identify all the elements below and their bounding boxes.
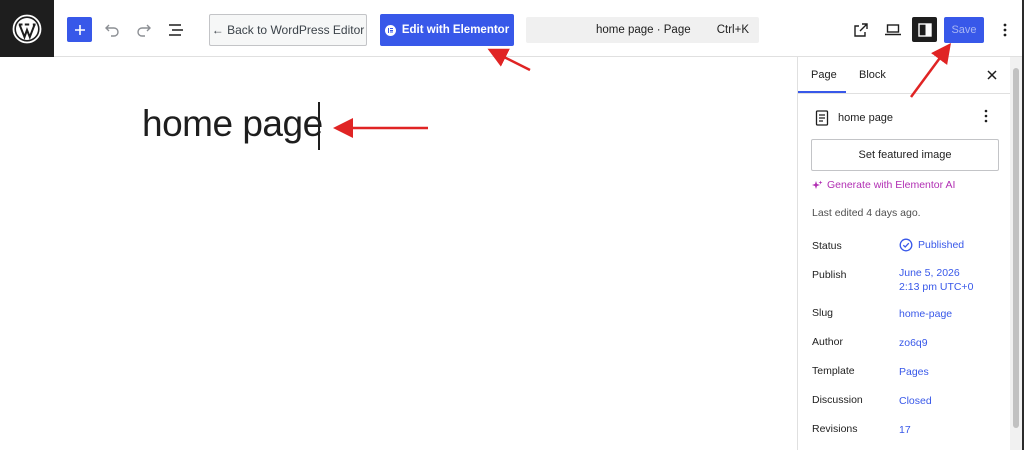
revisions-value[interactable]: 17: [899, 423, 911, 437]
more-vertical-icon: [1003, 23, 1006, 36]
sidebar-scrollbar-thumb[interactable]: [1013, 68, 1019, 428]
edit-with-elementor-button[interactable]: Edit with Elementor: [380, 14, 514, 46]
sidebar-icon: [917, 22, 932, 37]
document-summary: home page: [812, 109, 1002, 127]
redo-button[interactable]: [131, 17, 156, 42]
more-vertical-icon: [984, 109, 988, 123]
wordpress-logo-button[interactable]: [0, 0, 54, 57]
edit-with-elementor-label: Edit with Elementor: [401, 24, 510, 36]
status-label: Status: [812, 240, 842, 252]
tab-page-indicator: [798, 91, 846, 93]
author-label: Author: [812, 336, 843, 348]
command-palette-bar[interactable]: home page · Page Ctrl+K: [526, 17, 759, 43]
publish-label: Publish: [812, 269, 847, 281]
document-actions-button[interactable]: [984, 109, 988, 126]
back-to-wordpress-editor-button[interactable]: ← Back to WordPress Editor: [209, 14, 367, 46]
plus-icon: [74, 24, 85, 35]
generate-with-elementor-ai-link[interactable]: Generate with Elementor AI: [812, 179, 955, 191]
published-check-icon: [899, 238, 913, 252]
close-icon: [987, 70, 997, 80]
document-title: home page: [838, 112, 894, 124]
publish-date-button[interactable]: June 5, 2026 2:13 pm UTC+0: [899, 266, 973, 294]
undo-icon: [104, 24, 119, 37]
status-value: Published: [918, 239, 965, 251]
undo-button[interactable]: [99, 17, 124, 42]
publish-date: June 5, 2026: [899, 267, 960, 279]
text-caret: [318, 102, 320, 150]
page-title-input[interactable]: home page: [142, 105, 323, 142]
options-menu-button[interactable]: [992, 17, 1017, 42]
add-block-button[interactable]: [67, 17, 92, 42]
author-value[interactable]: zo6q9: [899, 336, 928, 350]
editor-canvas[interactable]: home page: [0, 57, 797, 450]
wordpress-icon: [12, 14, 42, 43]
publish-time: 2:13 pm UTC+0: [899, 281, 974, 294]
settings-sidebar-toggle[interactable]: [912, 17, 937, 42]
page-icon: [815, 110, 829, 126]
sidebar-tabs: Page Block: [798, 57, 1011, 94]
generate-ai-label: Generate with Elementor AI: [827, 179, 956, 191]
tab-page[interactable]: Page: [811, 69, 837, 81]
editor-toolbar: ← Back to WordPress Editor Edit with Ele…: [0, 0, 1022, 57]
view-page-button[interactable]: [848, 17, 873, 42]
discussion-value[interactable]: Closed: [899, 394, 932, 408]
desktop-icon: [884, 23, 901, 35]
settings-sidebar: Page Block home page Set featured image …: [797, 57, 1011, 450]
preview-device-button[interactable]: [880, 17, 905, 42]
save-button[interactable]: Save: [944, 17, 984, 43]
last-edited-text: Last edited 4 days ago.: [812, 207, 921, 219]
close-sidebar-button[interactable]: [984, 67, 1000, 83]
set-featured-image-button[interactable]: Set featured image: [811, 139, 999, 171]
discussion-label: Discussion: [812, 394, 863, 406]
editor-window: ← Back to WordPress Editor Edit with Ele…: [0, 0, 1022, 450]
slug-value[interactable]: home-page: [899, 307, 952, 321]
slug-label: Slug: [812, 307, 834, 319]
command-bar-shortcut: Ctrl+K: [716, 24, 749, 36]
template-value[interactable]: Pages: [899, 365, 929, 379]
revisions-label: Revisions: [812, 423, 858, 435]
template-label: Template: [812, 365, 855, 377]
redo-icon: [136, 24, 151, 37]
status-value-button[interactable]: Published: [899, 238, 964, 252]
external-link-icon: [853, 22, 868, 37]
tab-block[interactable]: Block: [859, 69, 886, 81]
command-bar-title: home page · Page: [596, 24, 691, 36]
sparkle-icon: [812, 180, 823, 189]
list-view-icon: [168, 23, 183, 36]
document-overview-button[interactable]: [163, 17, 188, 42]
elementor-icon: [384, 24, 396, 36]
